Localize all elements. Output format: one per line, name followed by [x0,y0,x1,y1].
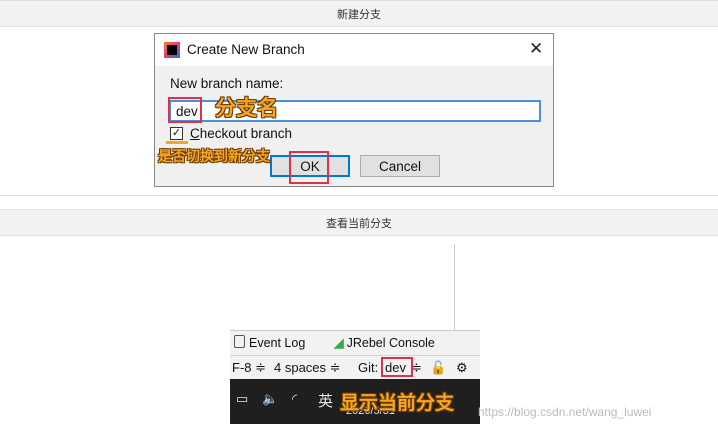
git-label[interactable]: Git: [358,360,378,375]
ok-button[interactable]: OK [270,155,350,177]
section-divider [0,195,718,196]
event-log-icon [234,335,245,348]
jrebel-icon: ◢ [334,336,344,350]
close-icon[interactable]: ✕ [529,39,543,59]
checkout-label-rest: heckout branch [199,126,293,141]
volume-icon[interactable]: 🔈 [262,391,278,407]
jrebel-console-label: JRebel Console [346,336,435,350]
inspector-icon[interactable]: ⚙ [456,360,468,376]
indent-widget[interactable]: 4 spaces ≑ [274,360,341,376]
checkout-accel-letter: C [190,126,200,141]
editor-divider [454,244,455,330]
dialog-titlebar: Create New Branch ✕ [155,34,553,66]
checkout-branch-label[interactable]: Checkout branch [190,126,292,141]
top-caption: 新建分支 [0,0,718,27]
lock-icon[interactable]: 🔓 [430,360,446,376]
branch-name-label: New branch name: [170,76,284,91]
status-bar: F-8 ≑ 4 spaces ≑ Git: dev ≑ 🔓 ⚙ [230,355,480,380]
jrebel-console-tab[interactable]: ◢ JRebel Console [334,335,435,350]
current-branch-annotation: 显示当前分支 [340,392,455,414]
branch-name-annotation: 分支名 [215,96,278,120]
event-log-tab[interactable]: Event Log [234,335,305,350]
event-log-label: Event Log [249,336,306,350]
bottom-caption: 查看当前分支 [0,209,718,236]
tool-window-bar: Event Log ◢ JRebel Console [230,331,480,355]
watermark: https://blog.csdn.net/wang_luwei [478,405,652,419]
git-branch[interactable]: dev [385,360,406,375]
bottom-caption-text: 查看当前分支 [326,216,392,230]
intellij-icon [164,42,180,58]
battery-icon[interactable]: ▭ [236,391,248,407]
dialog-title: Create New Branch [187,42,305,57]
checkout-checkbox[interactable]: ✓ [170,127,183,140]
cancel-button[interactable]: Cancel [360,155,440,177]
git-branch-arrow: ≑ [411,360,422,375]
checkout-annotation: 是否切换到新分支 [158,149,270,165]
encoding-widget[interactable]: F-8 ≑ [232,360,266,376]
ime-indicator[interactable]: 英 [318,390,333,411]
checkout-underline-mark [166,141,188,144]
top-caption-text: 新建分支 [337,7,381,21]
wifi-icon[interactable]: ◜ [292,391,297,407]
